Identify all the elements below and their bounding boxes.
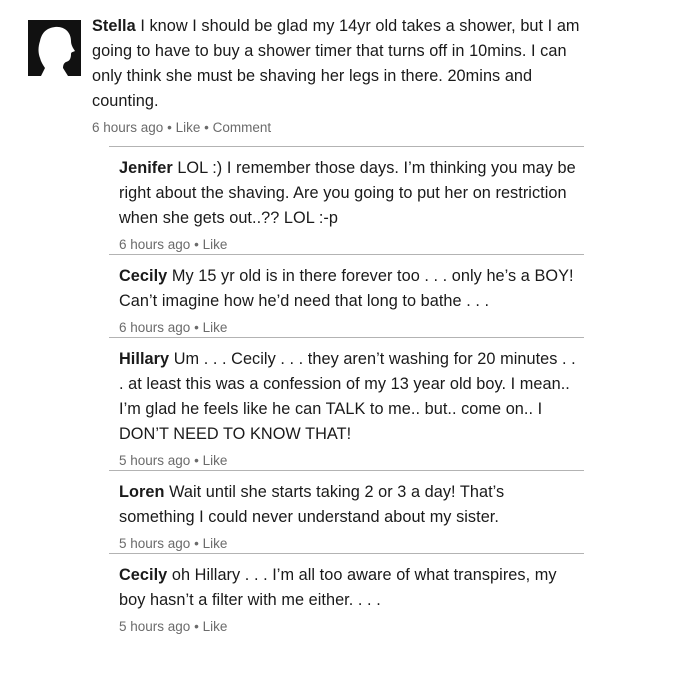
comment-text: I know I should be glad my 14yr old take… [92, 17, 580, 110]
reply-item: Loren Wait until she starts taking 2 or … [109, 470, 584, 553]
like-button[interactable]: Like [203, 453, 228, 468]
separator: • [194, 619, 199, 634]
reply-text: Wait until she starts taking 2 or 3 a da… [119, 483, 505, 526]
comment-thread: Stella I know I should be glad my 14yr o… [0, 0, 683, 673]
reply-meta: 5 hours ago • Like [119, 535, 584, 553]
avatar[interactable] [28, 20, 81, 76]
reply-author[interactable]: Loren [119, 483, 164, 501]
separator: • [194, 320, 199, 335]
reply-author[interactable]: Cecily [119, 267, 167, 285]
separator: • [204, 120, 209, 135]
reply-body: Cecily oh Hillary . . . I’m all too awar… [119, 563, 584, 613]
reply-text: My 15 yr old is in there forever too . .… [119, 267, 574, 310]
reply-timestamp[interactable]: 5 hours ago [119, 453, 190, 468]
like-button[interactable]: Like [203, 619, 228, 634]
main-comment: Stella I know I should be glad my 14yr o… [92, 14, 592, 137]
silhouette-profile-icon [28, 20, 81, 76]
separator: • [194, 237, 199, 252]
reply-meta: 5 hours ago • Like [119, 618, 584, 636]
reply-meta: 6 hours ago • Like [119, 236, 584, 254]
reply-item: Jenifer LOL :) I remember those days. I’… [109, 146, 584, 254]
reply-item: Cecily My 15 yr old is in there forever … [109, 254, 584, 337]
comment-timestamp[interactable]: 6 hours ago [92, 120, 163, 135]
reply-timestamp[interactable]: 6 hours ago [119, 320, 190, 335]
separator: • [194, 536, 199, 551]
reply-meta: 6 hours ago • Like [119, 319, 584, 337]
reply-body: Loren Wait until she starts taking 2 or … [119, 480, 584, 530]
reply-timestamp[interactable]: 6 hours ago [119, 237, 190, 252]
reply-text: Um . . . Cecily . . . they aren’t washin… [119, 350, 576, 443]
reply-meta: 5 hours ago • Like [119, 452, 584, 470]
reply-item: Hillary Um . . . Cecily . . . they aren’… [109, 337, 584, 470]
reply-author[interactable]: Cecily [119, 566, 167, 584]
separator: • [167, 120, 172, 135]
reply-timestamp[interactable]: 5 hours ago [119, 536, 190, 551]
reply-author[interactable]: Jenifer [119, 159, 173, 177]
comment-author[interactable]: Stella [92, 17, 136, 35]
reply-body: Jenifer LOL :) I remember those days. I’… [119, 156, 584, 231]
reply-body: Cecily My 15 yr old is in there forever … [119, 264, 584, 314]
reply-list: Jenifer LOL :) I remember those days. I’… [109, 146, 584, 636]
reply-body: Hillary Um . . . Cecily . . . they aren’… [119, 347, 584, 447]
reply-timestamp[interactable]: 5 hours ago [119, 619, 190, 634]
comment-meta: 6 hours ago • Like • Comment [92, 119, 592, 137]
reply-text: LOL :) I remember those days. I’m thinki… [119, 159, 576, 227]
separator: • [194, 453, 199, 468]
comment-body: Stella I know I should be glad my 14yr o… [92, 14, 592, 114]
reply-item: Cecily oh Hillary . . . I’m all too awar… [109, 553, 584, 636]
reply-author[interactable]: Hillary [119, 350, 169, 368]
like-button[interactable]: Like [176, 120, 201, 135]
like-button[interactable]: Like [203, 237, 228, 252]
like-button[interactable]: Like [203, 320, 228, 335]
comment-button[interactable]: Comment [213, 120, 272, 135]
reply-text: oh Hillary . . . I’m all too aware of wh… [119, 566, 557, 609]
like-button[interactable]: Like [203, 536, 228, 551]
